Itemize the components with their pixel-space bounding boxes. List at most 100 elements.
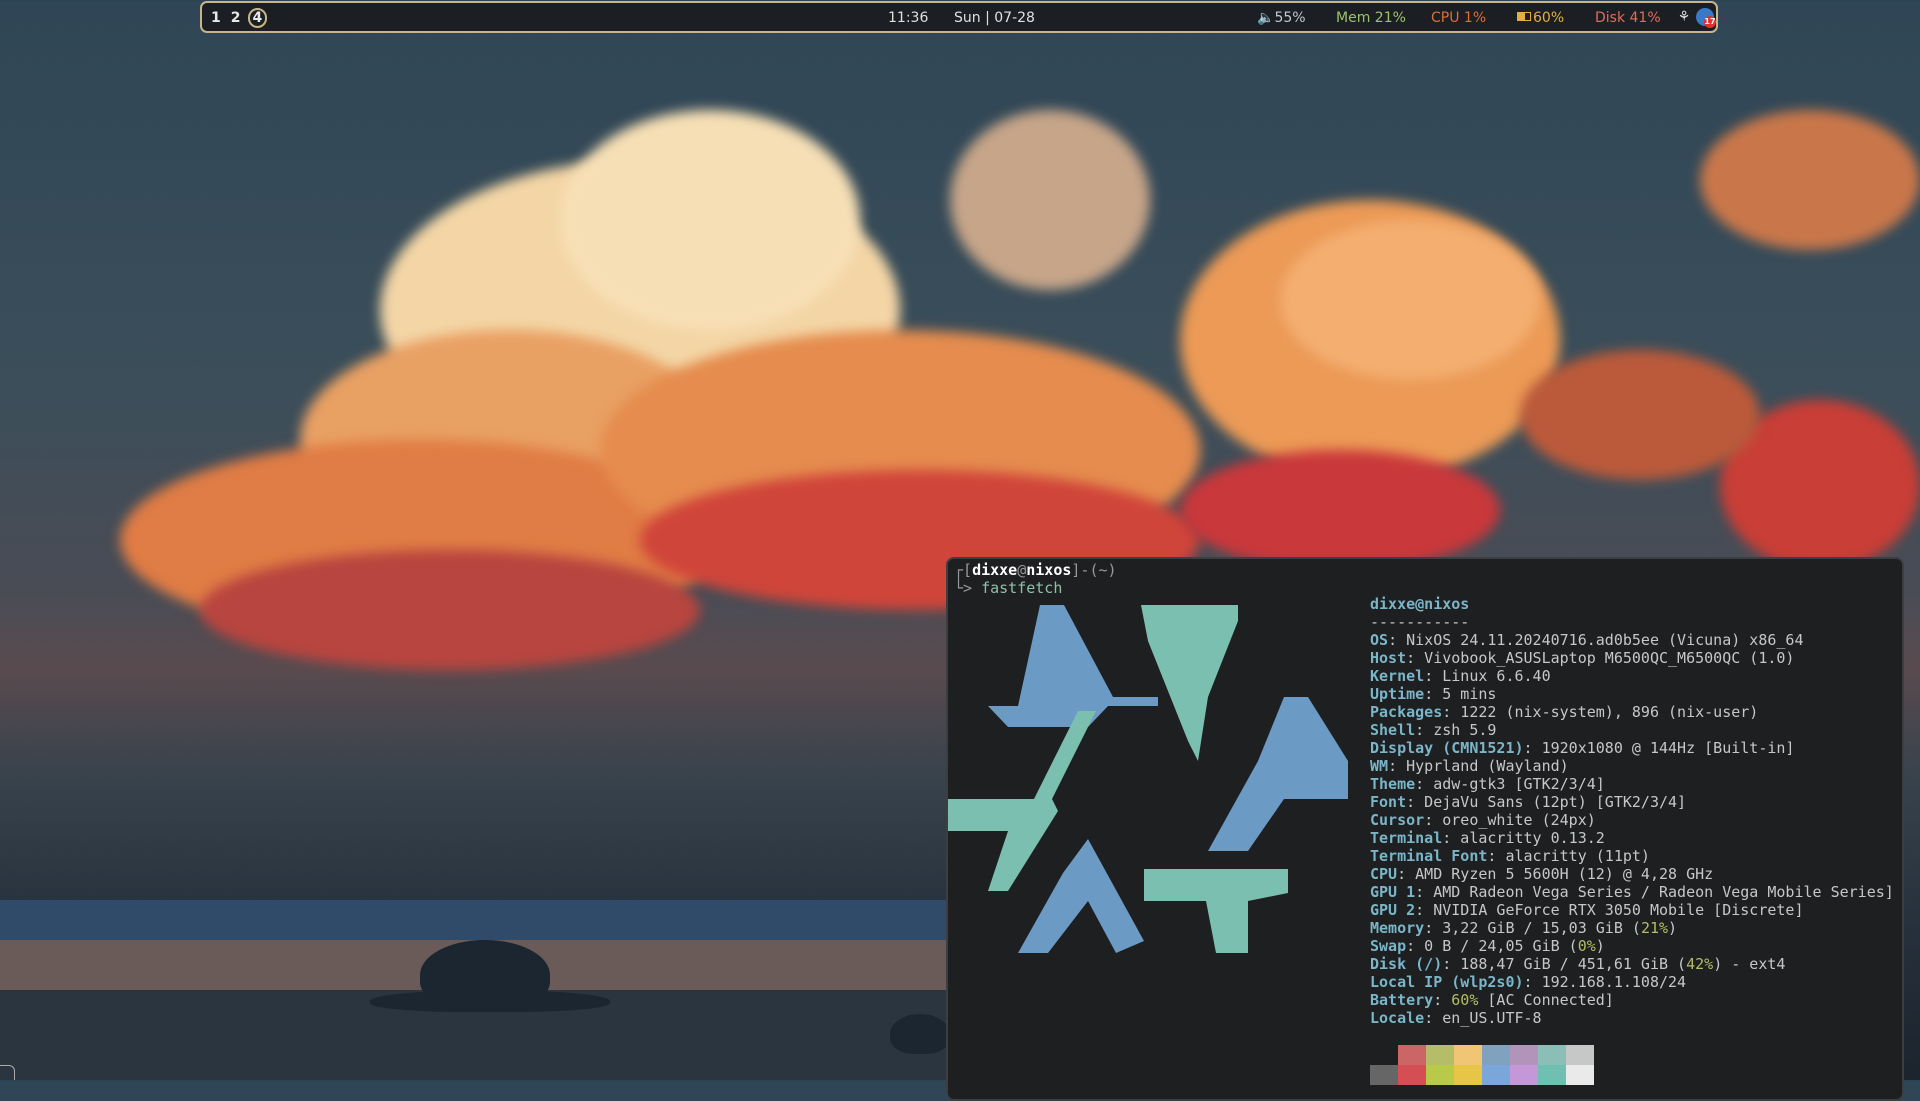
workspace-switcher: 1 2 4 [208,8,268,28]
fetch-value: DejaVu Sans (12pt) [GTK2/3/4] [1415,793,1687,811]
palette-swatch-7 [1566,1045,1594,1085]
fetch-line: WM: Hyprland (Wayland) [1370,757,1569,775]
fetch-line: Theme: adw-gtk3 [GTK2/3/4] [1370,775,1605,793]
clock[interactable]: 11:36 [888,10,928,26]
fetch-value: zsh 5.9 [1424,721,1497,739]
fetch-line: Cursor: oreo_white (24px) [1370,811,1596,829]
prompt-user: dixxe [972,561,1018,579]
fetch-key: Packages [1370,703,1443,721]
fetch-key: Locale [1370,1009,1425,1027]
terminal-window[interactable]: ┌[dixxe@nixos]-(~) └> fastfetch dixxe@ni… [946,557,1904,1101]
fetch-value: AMD Ryzen 5 5600H (12) @ 4,28 GHz [1406,865,1714,883]
palette-swatch-2 [1426,1045,1454,1085]
fetch-value [1442,991,1451,1009]
fetch-suffix: [AC Connected] [1478,991,1614,1009]
fetch-key: Cursor [1370,811,1425,829]
notification-count: 17 [1704,16,1716,28]
fetch-value: en_US.UTF-8 [1433,1009,1542,1027]
date[interactable]: Sun | 07-28 [954,10,1035,26]
workspace-4-button[interactable]: 4 [247,8,268,28]
fetch-suffix: ) [1595,937,1605,955]
fetch-key: Kernel [1370,667,1425,685]
shell-prompt: ┌[dixxe@nixos]-(~) └> fastfetch [954,561,1117,597]
volume-indicator[interactable]: 🔈55% [1257,10,1306,26]
workspace-1-button[interactable]: 1 [208,8,224,28]
fetch-value: Hyprland (Wayland) [1397,757,1569,775]
fetch-percent: 0% [1577,937,1596,955]
fetch-value: alacritty 0.13.2 [1451,829,1605,847]
fetch-line: Locale: en_US.UTF-8 [1370,1009,1542,1027]
fetch-value: 192.168.1.108/24 [1532,973,1687,991]
fetch-key: Local IP (wlp2s0) [1370,973,1524,991]
fetch-value: NVIDIA GeForce RTX 3050 Mobile [Discrete… [1424,901,1804,919]
fetch-separator: ----------- [1370,613,1470,631]
battery-icon [1517,12,1531,21]
fetch-key: Swap [1370,937,1407,955]
memory-indicator[interactable]: Mem 21% [1336,10,1406,26]
fetch-key: OS [1370,631,1389,649]
fetch-line: GPU 2: NVIDIA GeForce RTX 3050 Mobile [D… [1370,901,1804,919]
palette-swatch-0 [1370,1045,1398,1085]
fetch-key: Uptime [1370,685,1425,703]
fetch-value: NixOS 24.11.20240716.ad0b5ee (Vicuna) x8… [1397,631,1804,649]
fetch-line: Display (CMN1521): 1920x1080 @ 144Hz [Bu… [1370,739,1795,757]
volume-icon: 🔈 [1257,10,1275,26]
fetch-value: 1920x1080 @ 144Hz [Built-in] [1532,739,1795,757]
fetch-key: Battery [1370,991,1434,1009]
fetch-key: Host [1370,649,1407,667]
fetch-key: Terminal Font [1370,847,1488,865]
palette-swatch-5 [1510,1045,1538,1085]
notification-icon[interactable]: 17 [1696,8,1716,28]
fetch-value: 3,22 GiB / 15,03 GiB ( [1433,919,1641,937]
workspace-2-button[interactable]: 2 [228,8,244,28]
fetch-key: Theme [1370,775,1416,793]
palette-swatch-3 [1454,1045,1482,1085]
fetch-suffix: ) [1668,919,1678,937]
fetch-line: Swap: 0 B / 24,05 GiB (0%) [1370,937,1605,955]
fetch-value: Vivobook_ASUSLaptop M6500QC_M6500QC (1.0… [1415,649,1795,667]
fetch-line: Battery: 60% [AC Connected] [1370,991,1614,1009]
fetch-key: Font [1370,793,1407,811]
fetch-key: CPU [1370,865,1398,883]
wifi-icon[interactable]: ⚘ [1675,8,1693,26]
fetch-suffix: ) - ext4 [1713,955,1786,973]
palette-swatch-6 [1538,1045,1566,1085]
cpu-indicator[interactable]: CPU 1% [1431,10,1486,26]
fetch-percent: 60% [1451,991,1479,1009]
fetch-line: Uptime: 5 mins [1370,685,1497,703]
fetch-line: Shell: zsh 5.9 [1370,721,1497,739]
fetch-key: Memory [1370,919,1425,937]
fetch-value: AMD Radeon Vega Series / Radeon Vega Mob… [1424,883,1894,901]
fetch-key: WM [1370,757,1389,775]
fetch-value: 5 mins [1433,685,1497,703]
fetch-value: 0 B / 24,05 GiB ( [1415,937,1578,955]
battery-indicator[interactable]: 60% [1517,10,1564,26]
fetch-key: GPU 2 [1370,901,1416,919]
palette-swatch-4 [1482,1045,1510,1085]
prompt-host: nixos [1026,561,1072,579]
color-palette [1370,1045,1594,1085]
fetch-line: Host: Vivobook_ASUSLaptop M6500QC_M6500Q… [1370,649,1795,667]
fastfetch-output: dixxe@nixos ----------- OS: NixOS 24.11.… [1370,595,1894,1027]
command-text: fastfetch [981,579,1063,597]
fetch-line: Kernel: Linux 6.6.40 [1370,667,1551,685]
fetch-line: Terminal Font: alacritty (11pt) [1370,847,1650,865]
fetch-title: dixxe@nixos [1370,595,1470,613]
fetch-line: OS: NixOS 24.11.20240716.ad0b5ee (Vicuna… [1370,631,1804,649]
fetch-key: Shell [1370,721,1416,739]
fetch-key: GPU 1 [1370,883,1416,901]
fetch-line: Memory: 3,22 GiB / 15,03 GiB (21%) [1370,919,1678,937]
system-tray: ⚘ 17 [1675,8,1716,28]
fetch-key: Terminal [1370,829,1443,847]
fetch-key: Disk (/) [1370,955,1443,973]
disk-indicator[interactable]: Disk 41% [1595,10,1661,26]
fetch-line: Packages: 1222 (nix-system), 896 (nix-us… [1370,703,1759,721]
fetch-value: 1222 (nix-system), 896 (nix-user) [1451,703,1759,721]
fetch-value: oreo_white (24px) [1433,811,1596,829]
fetch-value: alacritty (11pt) [1496,847,1650,865]
fetch-line: CPU: AMD Ryzen 5 5600H (12) @ 4,28 GHz [1370,865,1714,883]
fetch-line: Font: DejaVu Sans (12pt) [GTK2/3/4] [1370,793,1687,811]
fetch-line: Local IP (wlp2s0): 192.168.1.108/24 [1370,973,1687,991]
fetch-key: Display (CMN1521) [1370,739,1524,757]
fetch-value: Linux 6.6.40 [1433,667,1551,685]
